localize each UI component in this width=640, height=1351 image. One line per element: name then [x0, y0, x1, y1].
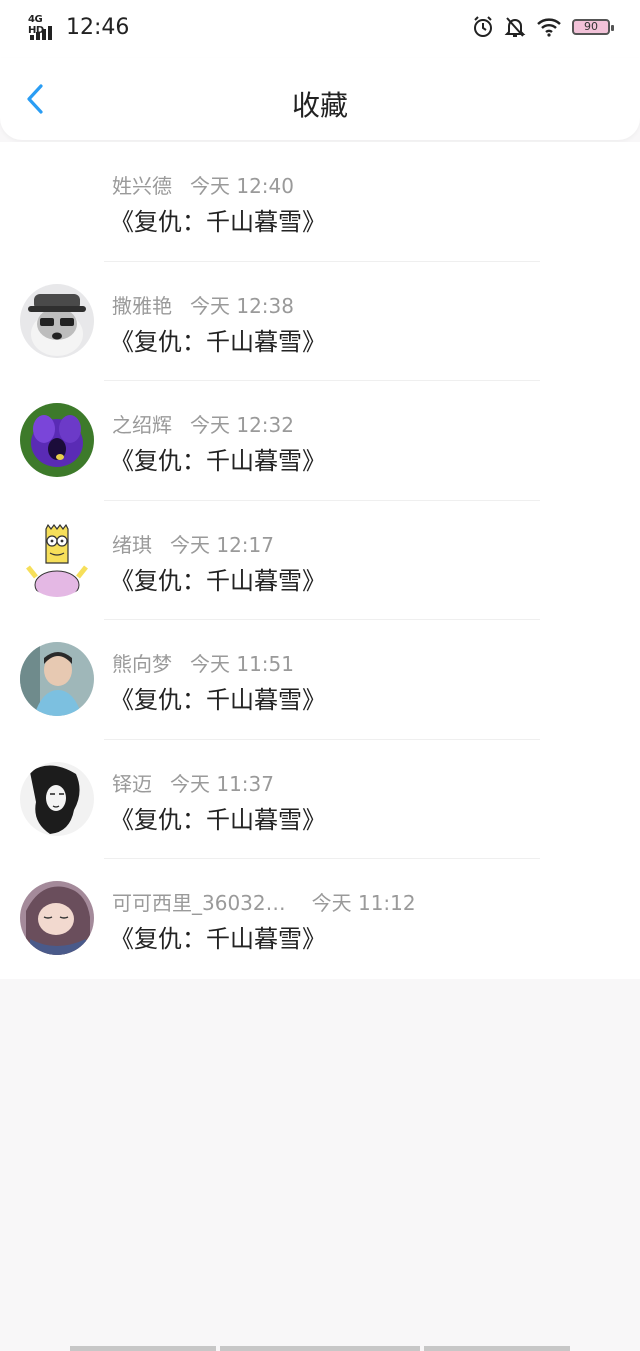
avatar[interactable]: [20, 642, 94, 716]
list-item[interactable]: 姓兴德 今天 12:40 《复仇：千山暮雪》: [0, 142, 640, 262]
home-indicator: [70, 1346, 570, 1351]
item-title[interactable]: 《复仇：千山暮雪》: [110, 919, 326, 954]
battery-level: 90: [584, 20, 598, 33]
list-item[interactable]: 熊向梦 今天 11:51 《复仇：千山暮雪》: [0, 620, 640, 740]
user-name[interactable]: 熊向梦: [112, 648, 172, 677]
user-name[interactable]: 之绍辉: [112, 409, 172, 438]
page-title: 收藏: [291, 89, 348, 122]
timestamp: 今天 12:38: [190, 293, 294, 318]
avatar[interactable]: [20, 761, 94, 836]
avatar[interactable]: [20, 881, 94, 955]
timestamp: 今天 11:37: [170, 771, 274, 796]
battery-icon: 90: [572, 19, 614, 35]
item-title[interactable]: 《复仇：千山暮雪》: [110, 800, 326, 835]
status-bar: 4G HD 12:46 90: [0, 0, 640, 58]
user-name[interactable]: 绪琪: [112, 529, 152, 558]
item-title[interactable]: 《复仇：千山暮雪》: [110, 322, 326, 357]
mute-bell-icon: [504, 17, 526, 37]
avatar[interactable]: [20, 403, 94, 477]
user-name[interactable]: 铎迈: [112, 768, 152, 797]
header: 收藏: [0, 58, 640, 140]
status-time: 12:46: [66, 14, 130, 40]
list-item[interactable]: 撒雅艳 今天 12:38 《复仇：千山暮雪》: [0, 262, 640, 381]
timestamp: 今天 11:51: [190, 652, 294, 676]
timestamp: 今天 12:40: [190, 174, 294, 198]
avatar[interactable]: [20, 283, 94, 358]
item-title[interactable]: 《复仇：千山暮雪》: [110, 680, 326, 715]
item-title[interactable]: 《复仇：千山暮雪》: [110, 202, 326, 237]
timestamp: 今天 11:12: [311, 891, 416, 915]
timestamp: 今天 12:17: [170, 532, 274, 557]
favorites-list: 姓兴德 今天 12:40 《复仇：千山暮雪》 撒雅艳 今天 12:38 《复仇：千山…: [0, 142, 640, 979]
list-item[interactable]: 之绍辉 今天 12:32 《复仇：千山暮雪》: [0, 381, 640, 501]
item-title[interactable]: 《复仇：千山暮雪》: [110, 441, 326, 476]
signal-icon: 4G HD: [28, 14, 58, 40]
list-item[interactable]: 绪琪 今天 12:17 《复仇：千山暮雪》: [0, 501, 640, 620]
list-item[interactable]: 铎迈 今天 11:37 《复仇：千山暮雪》: [0, 740, 640, 859]
user-name[interactable]: 姓兴德: [112, 170, 172, 199]
item-title[interactable]: 《复仇：千山暮雪》: [110, 561, 326, 596]
user-name[interactable]: 撒雅艳: [112, 290, 172, 319]
status-right: 90: [472, 16, 614, 38]
user-name[interactable]: 可可西里_36032…: [112, 887, 286, 916]
list-item[interactable]: 可可西里_36032… 今天 11:12 《复仇：千山暮雪》: [0, 859, 640, 979]
wifi-icon: [537, 18, 561, 37]
timestamp: 今天 12:32: [190, 413, 294, 437]
alarm-icon: [474, 16, 492, 37]
avatar[interactable]: [20, 522, 94, 597]
status-left: 4G HD 12:46: [28, 14, 129, 40]
